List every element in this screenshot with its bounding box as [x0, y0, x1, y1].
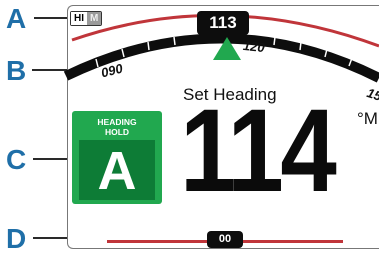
mode-panel[interactable]: HEADING HOLD A: [72, 111, 162, 204]
response-m: M: [87, 12, 102, 25]
heading-unit-label: °M: [357, 109, 378, 128]
set-heading-value: 114: [180, 85, 337, 217]
rudder-bar-right: [243, 240, 343, 243]
mode-title-line2: HOLD: [104, 127, 130, 137]
mode-title-line1: HEADING: [97, 117, 137, 127]
current-heading-box: 113: [197, 11, 249, 35]
rudder-bar-left: [107, 240, 207, 243]
response-mode-toggle[interactable]: HI M: [70, 11, 103, 26]
rudder-angle-value: 00: [207, 231, 243, 248]
response-hi: HI: [71, 12, 87, 25]
mode-letter: A: [79, 140, 155, 201]
mode-panel-title: HEADING HOLD: [72, 117, 162, 137]
compass-label-120: 120: [242, 37, 266, 56]
compass-label-150: 15: [365, 85, 379, 104]
